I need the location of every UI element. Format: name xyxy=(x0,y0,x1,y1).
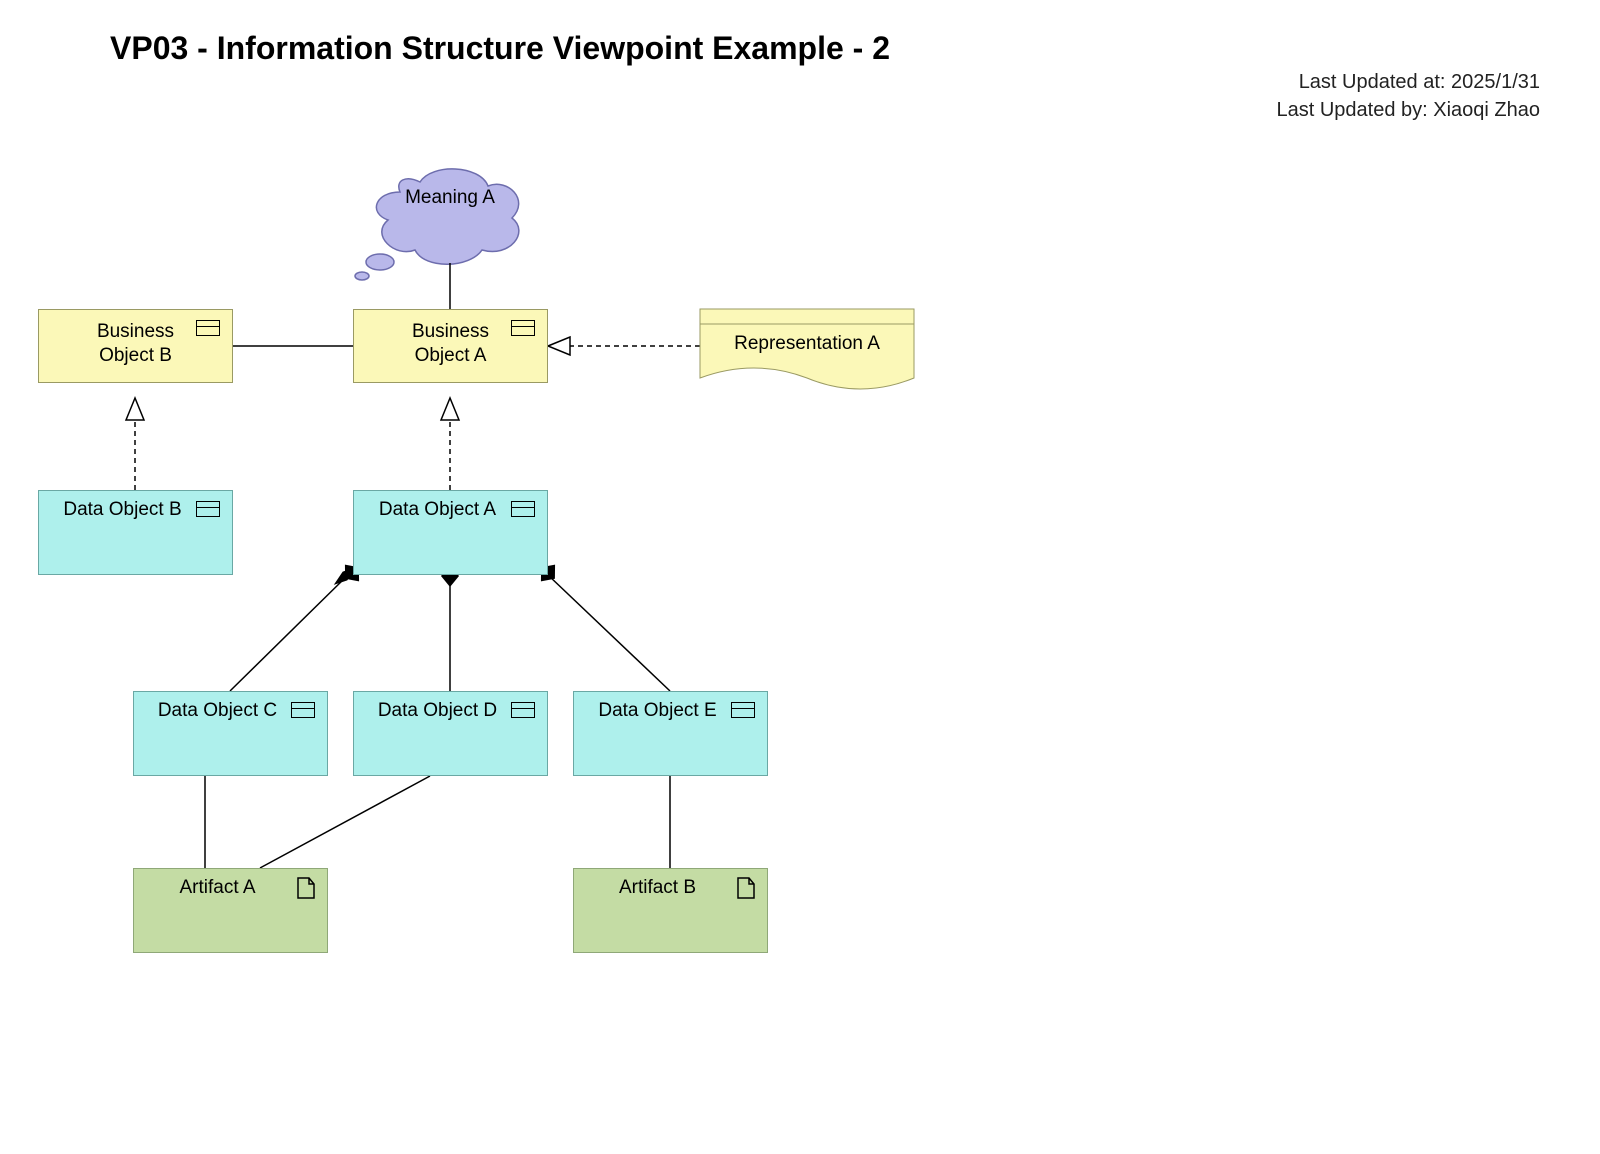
arrow-repA-to-bizA xyxy=(548,337,570,355)
node-business-object-b: BusinessObject B xyxy=(38,309,233,383)
representation-a-label: Representation A xyxy=(700,333,914,355)
artifact-icon xyxy=(737,877,755,899)
node-data-object-a: Data Object A xyxy=(353,490,548,575)
data-object-icon xyxy=(196,501,220,517)
business-object-icon xyxy=(196,320,220,336)
node-data-object-b: Data Object B xyxy=(38,490,233,575)
arrow-dataB-to-bizB xyxy=(126,398,144,420)
business-object-icon xyxy=(511,320,535,336)
edge-dataA-comp-C xyxy=(230,575,348,691)
data-object-icon xyxy=(731,702,755,718)
node-data-object-c: Data Object C xyxy=(133,691,328,776)
connectors: Meaning A xyxy=(0,0,1600,1154)
edge-artA-dataD xyxy=(260,776,430,868)
node-data-object-e: Data Object E xyxy=(573,691,768,776)
data-object-icon xyxy=(291,702,315,718)
data-object-icon xyxy=(511,501,535,517)
node-business-object-a: BusinessObject A xyxy=(353,309,548,383)
node-representation-a-box: Representation A xyxy=(700,309,914,387)
data-object-icon xyxy=(511,702,535,718)
node-artifact-a: Artifact A xyxy=(133,868,328,953)
artifact-icon xyxy=(297,877,315,899)
comp-diamonds-clean xyxy=(338,559,670,691)
arrow-dataA-to-bizA xyxy=(441,398,459,420)
node-data-object-d: Data Object D xyxy=(353,691,548,776)
meaning-a-label: Meaning A xyxy=(405,187,495,208)
node-meaning-a: Meaning A xyxy=(355,169,519,280)
diagram-canvas: Meaning A xyxy=(0,0,1600,1154)
node-artifact-b: Artifact B xyxy=(573,868,768,953)
